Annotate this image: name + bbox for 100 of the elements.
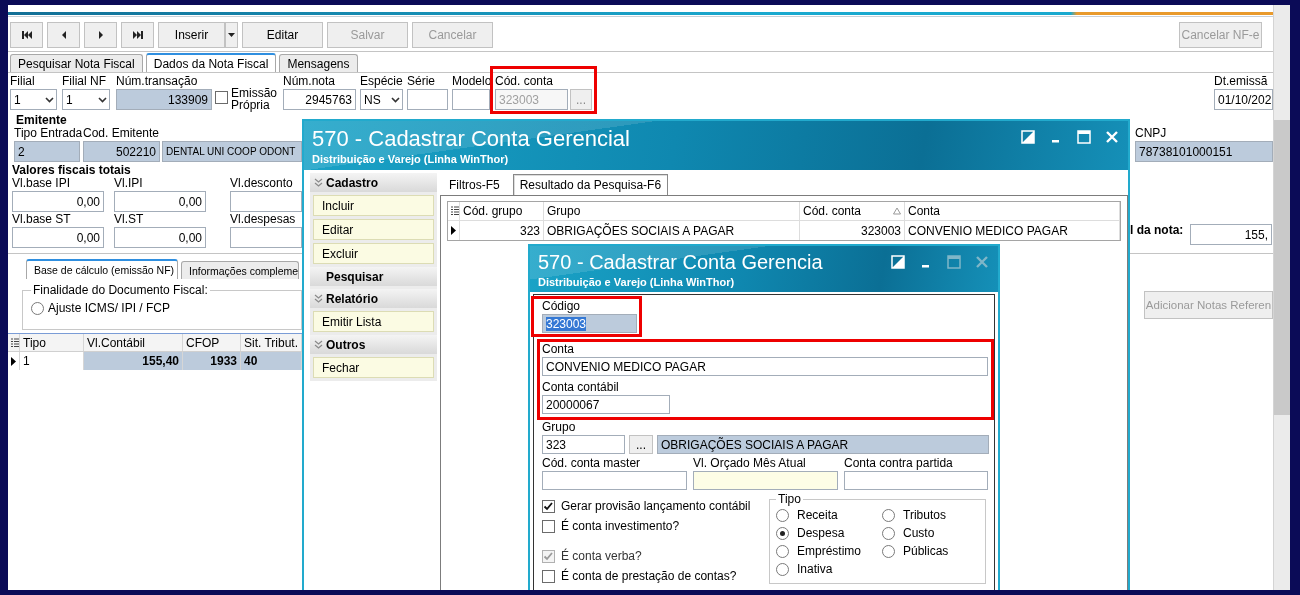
input-field[interactable]: 01/10/202 bbox=[1214, 89, 1273, 110]
dropdown-field[interactable]: NS bbox=[360, 89, 403, 110]
input-field[interactable] bbox=[407, 89, 448, 110]
checkbox[interactable] bbox=[215, 91, 228, 104]
table-cell: 323 bbox=[460, 221, 544, 240]
input-field[interactable] bbox=[230, 191, 302, 212]
radio-button[interactable] bbox=[31, 301, 44, 315]
option-label: Tributos bbox=[903, 508, 946, 522]
menu-group-header[interactable]: Pesquisar bbox=[310, 267, 437, 286]
last-record-button[interactable] bbox=[121, 22, 154, 48]
input-field[interactable] bbox=[844, 471, 988, 490]
menu-item[interactable]: Excluir bbox=[313, 243, 434, 264]
checkbox-label: Gerar provisão lançamento contábil bbox=[561, 498, 751, 514]
field-label: Conta contra partida bbox=[844, 457, 954, 470]
menu-group-header[interactable]: Outros bbox=[310, 335, 437, 354]
checkbox[interactable] bbox=[542, 519, 555, 533]
menu-item[interactable]: Editar bbox=[313, 219, 434, 240]
field-label: Vl.base ST bbox=[12, 212, 72, 226]
input-field[interactable]: 323003 bbox=[542, 314, 637, 333]
input-field[interactable] bbox=[542, 471, 687, 490]
input-field[interactable] bbox=[693, 471, 838, 490]
menu-item[interactable]: Fechar bbox=[313, 357, 434, 378]
field-label: Série bbox=[407, 74, 436, 88]
window-subtitle: Distribuição e Varejo (Linha WinThor) bbox=[312, 152, 510, 166]
check-icon bbox=[543, 550, 554, 562]
scrollbar[interactable] bbox=[1273, 5, 1290, 590]
first-record-button[interactable] bbox=[10, 22, 43, 48]
row-pointer-icon bbox=[11, 356, 16, 366]
field-label: Espécie bbox=[360, 74, 403, 88]
grid-menu-icon bbox=[451, 206, 459, 216]
table-cell: OBRIGAÇÕES SOCIAIS A PAGAR bbox=[544, 221, 800, 240]
browse-button[interactable]: ... bbox=[629, 435, 653, 454]
dropdown-button[interactable] bbox=[225, 22, 238, 48]
window-subtitle: Distribuição e Varejo (Linha WinThor) bbox=[538, 275, 736, 289]
input-field[interactable]: 323 bbox=[542, 435, 625, 454]
field-label: Filial NF bbox=[62, 74, 107, 88]
input-field[interactable]: 0,00 bbox=[12, 227, 104, 248]
checkbox-label: É conta de prestação de contas? bbox=[561, 568, 737, 584]
caret-down-icon bbox=[228, 33, 235, 37]
table-cell: 40 bbox=[241, 352, 302, 370]
table-row[interactable]: 323 OBRIGAÇÕES SOCIAIS A PAGAR 323003 CONVENIO MEDICO PAGAR bbox=[448, 221, 1120, 240]
radio-button[interactable] bbox=[882, 526, 895, 540]
header-text: Grupo bbox=[547, 204, 581, 218]
field-label: CNPJ bbox=[1135, 126, 1168, 140]
field-label: Código bbox=[542, 300, 582, 313]
table-cell: 323003 bbox=[800, 221, 905, 240]
toolbar-button[interactable]: Inserir bbox=[158, 22, 225, 48]
field-label: Grupo bbox=[542, 421, 577, 434]
skip-to-end-icon bbox=[132, 31, 143, 39]
input-field[interactable]: 0,00 bbox=[114, 191, 206, 212]
half-square-icon[interactable] bbox=[890, 254, 906, 270]
toolbar-button[interactable]: Editar bbox=[242, 22, 323, 48]
input-field[interactable] bbox=[230, 227, 302, 248]
radio-button[interactable] bbox=[776, 508, 789, 522]
tab[interactable]: Mensagens bbox=[279, 54, 358, 72]
menu-group-header[interactable]: Cadastro bbox=[310, 173, 437, 192]
section-title: Emitente bbox=[16, 114, 67, 126]
tab[interactable]: Base de cálculo (emissão NF) bbox=[26, 259, 178, 279]
tab[interactable]: Resultado da Pesquisa-F6 bbox=[512, 174, 669, 195]
option-label: Inativa bbox=[797, 562, 833, 576]
menu-item[interactable]: Incluir bbox=[313, 195, 434, 216]
checkbox[interactable] bbox=[542, 499, 555, 513]
half-square-icon[interactable] bbox=[1020, 129, 1036, 145]
checkbox[interactable] bbox=[542, 569, 555, 583]
field-label: Tipo Entrada bbox=[14, 126, 80, 140]
tab[interactable]: Filtros-F5 bbox=[442, 174, 507, 195]
scrollbar-thumb[interactable] bbox=[1274, 120, 1290, 415]
option-label: Despesa bbox=[797, 526, 845, 540]
table-cell: 1933 bbox=[183, 352, 241, 370]
input-field[interactable]: CONVENIO MEDICO PAGAR bbox=[542, 357, 988, 376]
radio-button[interactable] bbox=[776, 544, 789, 558]
input-field[interactable]: 2945763 bbox=[283, 89, 356, 110]
tab[interactable]: Informações compleme bbox=[181, 261, 299, 279]
dropdown-field[interactable]: 1 bbox=[10, 89, 57, 110]
column-header: CFOP bbox=[183, 334, 241, 351]
input-field[interactable] bbox=[452, 89, 490, 110]
skip-to-start-icon bbox=[21, 31, 32, 39]
menu-group-header[interactable]: Relatório bbox=[310, 289, 437, 308]
total-label: l da nota: bbox=[1130, 224, 1185, 236]
tab[interactable]: Pesquisar Nota Fiscal bbox=[10, 54, 143, 72]
group-label: Tipo bbox=[777, 493, 802, 506]
section-title: Valores fiscais totais bbox=[12, 164, 131, 176]
radio-button[interactable] bbox=[882, 508, 895, 522]
selected-text: 323003 bbox=[546, 316, 587, 331]
tab[interactable]: Dados da Nota Fiscal bbox=[145, 53, 277, 72]
field-label: Núm.transação bbox=[116, 74, 199, 88]
field-label: Núm.nota bbox=[283, 74, 337, 88]
column-header: Tipo bbox=[20, 334, 84, 351]
input-field[interactable]: 0,00 bbox=[12, 191, 104, 212]
input-field[interactable]: 20000067 bbox=[542, 395, 670, 414]
field-label: Vl.IPI bbox=[114, 176, 144, 190]
radio-button[interactable] bbox=[776, 562, 789, 576]
option-label: Empréstimo bbox=[797, 544, 861, 558]
dropdown-field[interactable]: 1 bbox=[62, 89, 110, 110]
menu-item[interactable]: Emitir Lista bbox=[313, 311, 434, 332]
radio-button[interactable] bbox=[776, 526, 789, 540]
input-field[interactable]: 0,00 bbox=[114, 227, 206, 248]
radio-button[interactable] bbox=[882, 544, 895, 558]
chevron-down-icon bbox=[98, 96, 107, 103]
table-row[interactable]: 1 155,40 1933 40 bbox=[8, 352, 302, 370]
